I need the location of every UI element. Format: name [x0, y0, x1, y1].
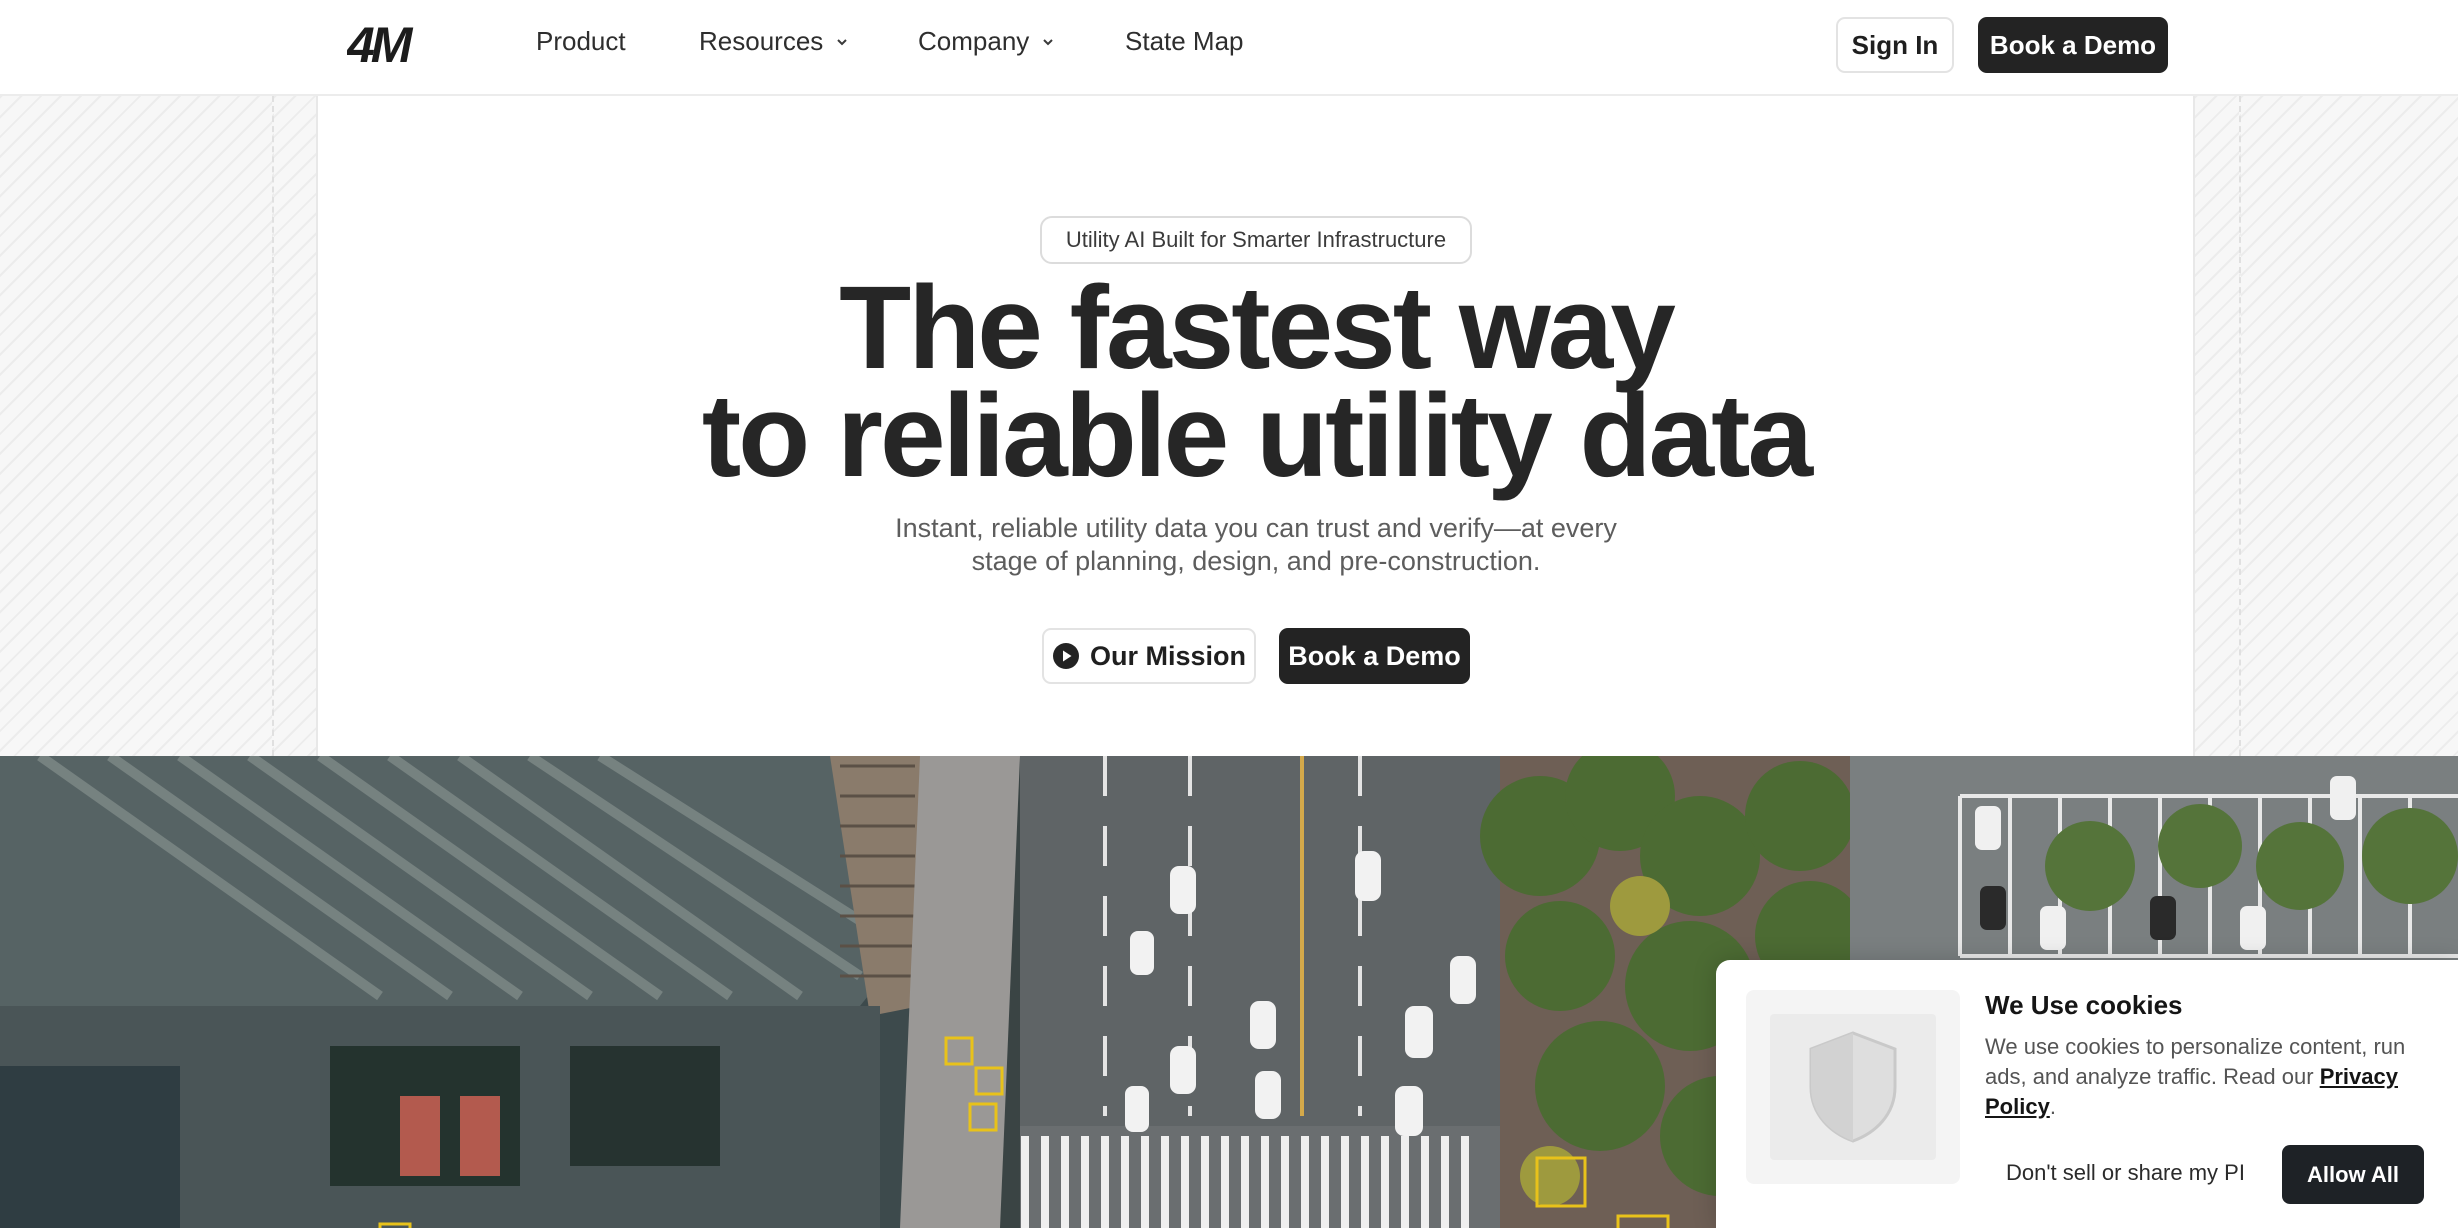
book-demo-hero-button[interactable]: Book a Demo: [1279, 628, 1470, 684]
chevron-down-icon: [1043, 38, 1053, 45]
dont-sell-pi-button[interactable]: Don't sell or share my PI: [2006, 1160, 2245, 1186]
hero-subheadline: Instant, reliable utility data you can t…: [895, 513, 1617, 576]
hatched-background-left: [0, 96, 272, 756]
sign-in-button[interactable]: Sign In: [1836, 17, 1954, 73]
cookie-title: We Use cookies: [1985, 990, 2183, 1020]
cookie-consent-banner: We Use cookies We use cookies to persona…: [1716, 960, 2458, 1228]
play-circle-icon: [1052, 643, 1079, 669]
hero-headline: The fastest way to reliable utility data: [560, 262, 1952, 502]
hatched-gutter-left: [272, 96, 318, 756]
nav-item-label: State Map: [1125, 26, 1244, 56]
svg-text:4M: 4M: [347, 20, 414, 68]
hatched-background-right: [2241, 96, 2458, 756]
hatched-gutter-right: [2193, 96, 2241, 756]
nav-item-state-map[interactable]: State Map: [1125, 26, 1244, 57]
our-mission-label: Our Mission: [1089, 640, 1246, 671]
cookie-image-placeholder: [1770, 1014, 1936, 1160]
shield-icon: [1809, 1031, 1897, 1143]
our-mission-button[interactable]: Our Mission: [1042, 628, 1256, 684]
nav-item-resources[interactable]: Resources: [699, 26, 849, 57]
chevron-down-icon: [837, 38, 847, 45]
nav-item-company[interactable]: Company: [918, 26, 1055, 57]
cookie-body-end: .: [2049, 1094, 2056, 1119]
headline-line-1: The fastest way: [839, 262, 1676, 394]
headline-line-2: to reliable utility data: [701, 370, 1813, 502]
nav-item-product[interactable]: Product: [536, 26, 626, 57]
cookie-image-frame: [1746, 990, 1960, 1184]
cookie-description: We use cookies to personalize content, r…: [1985, 1032, 2425, 1122]
nav-item-label: Company: [918, 26, 1030, 56]
hero-badge: Utility AI Built for Smarter Infrastruct…: [1040, 216, 1472, 264]
nav-item-label: Product: [536, 26, 626, 56]
top-navigation: 4M Product Resources Company State Map S…: [0, 0, 2458, 96]
allow-all-button[interactable]: Allow All: [2282, 1145, 2424, 1204]
4m-logo[interactable]: 4M: [347, 20, 437, 68]
book-demo-nav-button[interactable]: Book a Demo: [1978, 17, 2168, 73]
nav-item-label: Resources: [699, 26, 824, 56]
hero-section: Utility AI Built for Smarter Infrastruct…: [0, 96, 2458, 756]
